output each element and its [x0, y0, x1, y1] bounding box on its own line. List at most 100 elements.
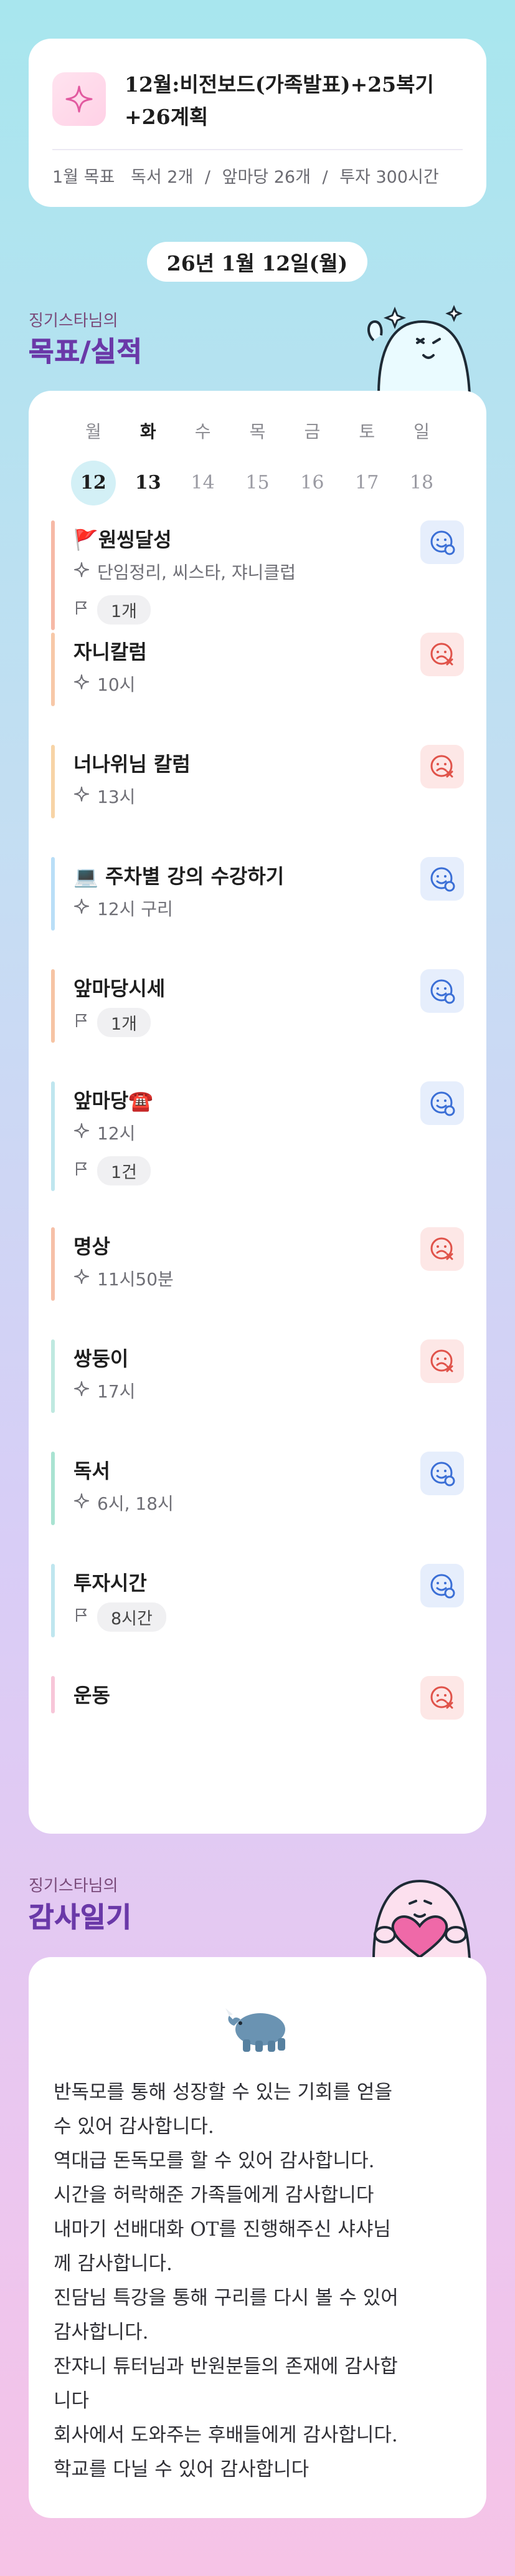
goal-color-bar [51, 633, 55, 706]
goal-color-bar [51, 1339, 55, 1413]
status-done-icon[interactable] [420, 969, 464, 1013]
goal-item[interactable]: 쌍둥이 17시 [51, 1339, 464, 1413]
goal-detail-row: 6시, 18시 [73, 1490, 174, 1515]
goal-title: 투자시간 [73, 1571, 147, 1595]
date-16[interactable]: 16 [285, 461, 339, 505]
goal-item[interactable]: 자니칼럼 10시 [51, 633, 464, 706]
status-fail-icon[interactable] [420, 1227, 464, 1271]
date-12[interactable]: 12 [66, 461, 121, 505]
current-date-pill[interactable]: 26년 1월 12일(월) [147, 242, 367, 282]
goal-count-badge: 1개 [97, 1008, 151, 1037]
goal-item[interactable]: 🚩원씽달성단임정리, 씨스타, 쟈니클럽 1개 [51, 520, 464, 630]
goal-title: 앞마당☎️ [73, 1089, 154, 1113]
goal-count-row: 1개 [73, 595, 151, 625]
sparkle-icon [73, 674, 90, 694]
status-done-icon[interactable] [420, 1564, 464, 1607]
goal-count-badge: 1건 [97, 1156, 151, 1185]
sparkle-icon [73, 786, 90, 807]
goal-detail: 10시 [97, 674, 136, 695]
date-18[interactable]: 18 [394, 461, 449, 505]
status-done-icon[interactable] [420, 520, 464, 564]
goal-item[interactable]: 너나위님 칼럼 13시 [51, 745, 464, 818]
status-fail-icon[interactable] [420, 745, 464, 788]
goal-item[interactable]: 운동 [51, 1676, 464, 1720]
goal-detail-row: 17시 [73, 1378, 135, 1403]
goal-color-bar [51, 857, 55, 931]
goal-title: 너나위님 칼럼 [73, 752, 191, 776]
month-goal-label: 1월 목표 [52, 168, 115, 187]
goal-item[interactable]: 💻 주차별 강의 수강하기 12시 구리 [51, 857, 464, 931]
weekday-tue: 화 [139, 421, 156, 442]
goal-detail: 12시 [97, 1123, 136, 1144]
gratitude-line: 수 있어 감사합니다. [54, 2115, 214, 2138]
sparkle-icon [52, 72, 106, 126]
goal-color-bar [51, 1564, 55, 1637]
gratitude-section-title: 감사일기 [29, 1902, 132, 1934]
goal-item[interactable]: 앞마당시세 1개 [51, 969, 464, 1043]
status-fail-icon[interactable] [420, 1339, 464, 1383]
goal-item[interactable]: 명상 11시50분 [51, 1227, 464, 1301]
date-17[interactable]: 17 [339, 461, 394, 505]
goal-detail-row: 단임정리, 씨스타, 쟈니클럽 [73, 559, 296, 584]
gratitude-text: 반독모를 통해 성장할 수 있는 기회를 얻을수 있어 감사합니다. 역대급 돈독… [54, 2076, 461, 2487]
goal-count-row: 8시간 [73, 1602, 166, 1632]
gratitude-card: 반독모를 통해 성장할 수 있는 기회를 얻을수 있어 감사합니다. 역대급 돈독… [29, 1957, 486, 2518]
weekday-sat: 토 [359, 421, 376, 442]
goal-detail-row: 12시 구리 [73, 896, 173, 921]
monthly-title: 12월:비전보드(가족발표)+25복기+26계획 [125, 72, 434, 129]
goal-count-badge: 8시간 [97, 1602, 166, 1632]
goal-invest-time: 투자 300시간 [339, 168, 439, 187]
flag-icon [73, 600, 90, 620]
goal-title: 🚩원씽달성 [73, 528, 172, 552]
goal-item[interactable]: 투자시간 8시간 [51, 1564, 464, 1637]
monthly-subtitle: 1월 목표 독서 2개 / 앞마당 26개 / 투자 300시간 [52, 163, 439, 188]
goal-count-row: 1개 [73, 1008, 151, 1037]
goal-title: 운동 [73, 1683, 110, 1707]
goal-color-bar [51, 969, 55, 1043]
goal-count-badge: 1개 [97, 595, 151, 625]
date-13[interactable]: 13 [121, 461, 176, 505]
sparkle-icon [73, 1123, 90, 1143]
sparkle-icon [73, 1493, 90, 1513]
status-done-icon[interactable] [420, 1081, 464, 1125]
goal-detail-row: 10시 [73, 671, 135, 696]
goal-detail: 12시 구리 [97, 899, 173, 919]
heart-mascot-icon [357, 1869, 473, 1962]
gratitude-line: 께 감사합니다. [54, 2253, 172, 2275]
weekday-thu: 목 [249, 421, 266, 442]
goal-front-yard: 앞마당 26개 [222, 168, 311, 187]
gratitude-line: 회사에서 도와주는 후배들에게 감사합니다. [54, 2424, 398, 2446]
status-done-icon[interactable] [420, 857, 464, 901]
goal-item[interactable]: 독서 6시, 18시 [51, 1452, 464, 1525]
goal-title: 자니칼럼 [73, 640, 147, 664]
status-fail-icon[interactable] [420, 633, 464, 676]
weekday-header: 월 화 수 목 금 토 일 [66, 418, 449, 443]
sparkle-icon [73, 1381, 90, 1401]
status-fail-icon[interactable] [420, 1676, 464, 1720]
flag-icon [73, 1607, 90, 1627]
divider [52, 149, 463, 150]
week-date-row: 12 13 14 15 16 17 18 [66, 461, 449, 505]
goal-item[interactable]: 앞마당☎️ 12시 1건 [51, 1081, 464, 1191]
separator: / [322, 168, 328, 187]
gratitude-line: 역대급 돈독모를 할 수 있어 감사합니다. [54, 2150, 375, 2172]
date-15[interactable]: 15 [230, 461, 285, 505]
flag-icon [73, 1161, 90, 1181]
date-14[interactable]: 14 [176, 461, 230, 505]
goals-section-title: 목표/실적 [29, 336, 143, 368]
goal-title: 💻 주차별 강의 수강하기 [73, 864, 285, 888]
monthly-goal-card[interactable]: 12월:비전보드(가족발표)+25복기+26계획 1월 목표 독서 2개 / 앞… [29, 39, 486, 207]
separator: / [204, 168, 211, 187]
goal-color-bar [51, 1081, 55, 1191]
goal-color-bar [51, 1452, 55, 1525]
goal-color-bar [51, 745, 55, 818]
goal-detail: 11시50분 [97, 1269, 174, 1290]
gratitude-line: 니다 [54, 2390, 90, 2412]
status-done-icon[interactable] [420, 1452, 464, 1495]
goal-detail: 6시, 18시 [97, 1493, 174, 1514]
weekday-mon: 월 [85, 421, 102, 442]
goal-detail-row: 13시 [73, 783, 135, 808]
gratitude-line: 반독모를 통해 성장할 수 있는 기회를 얻을 [54, 2081, 392, 2104]
goals-card: 월 화 수 목 금 토 일 12 13 14 15 16 17 18 🚩원씽달성… [29, 391, 486, 1834]
goal-color-bar [51, 1227, 55, 1301]
